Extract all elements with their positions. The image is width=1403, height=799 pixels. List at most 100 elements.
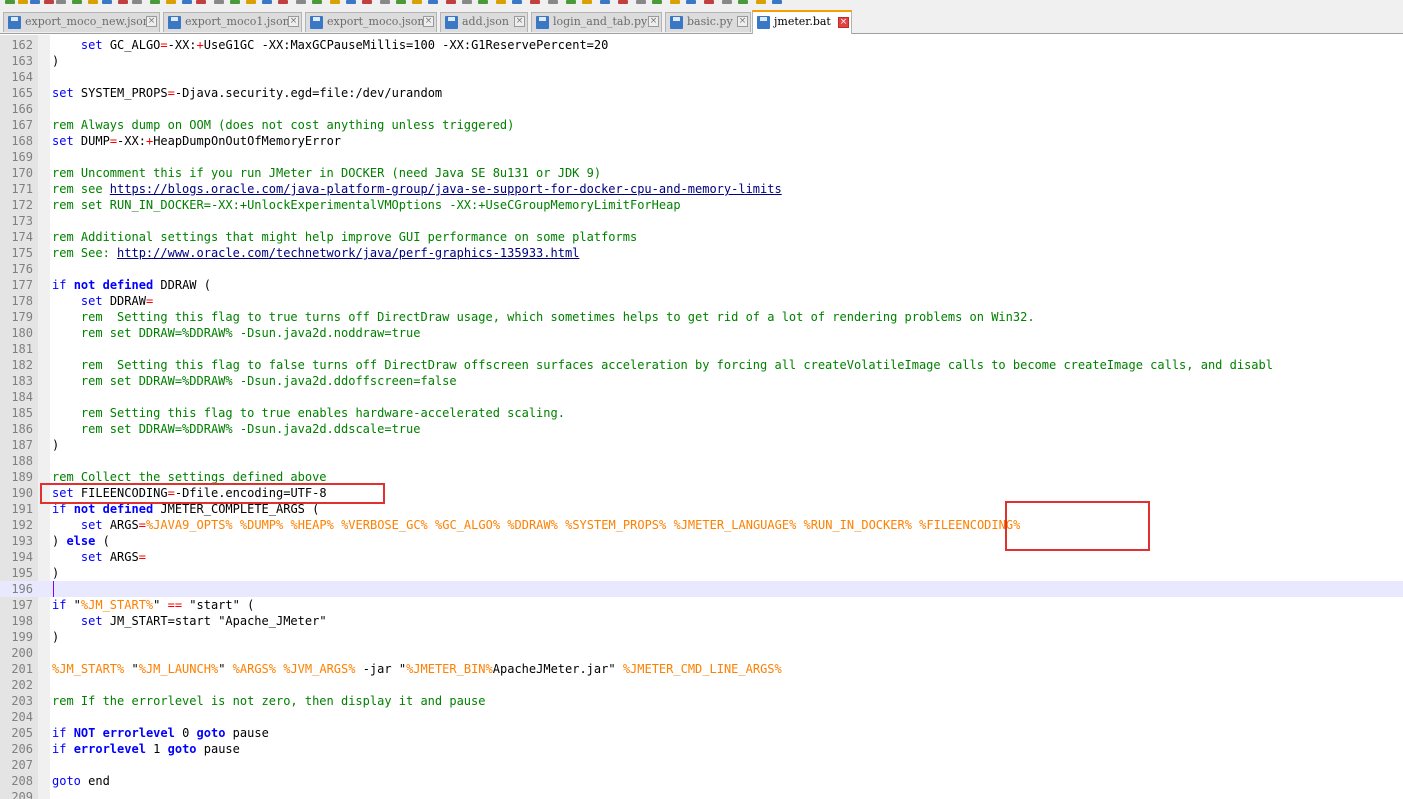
code-line[interactable]: 180 rem set DDRAW=%DDRAW% -Dsun.java2d.n… [0,325,1403,341]
toolbar-icon[interactable] [670,0,680,4]
toolbar-icon[interactable] [30,0,40,4]
toolbar-icon[interactable] [88,0,98,4]
toolbar-icon[interactable] [230,0,240,4]
tab-export-moco1-json[interactable]: export_moco1.json × [163,12,302,32]
toolbar-icon[interactable] [652,0,662,4]
close-icon[interactable]: × [423,16,434,27]
code-line[interactable]: 189 rem Collect the settings defined abov… [0,469,1403,485]
code-line[interactable]: 204 [0,709,1403,725]
code-line[interactable]: 194 set ARGS= [0,549,1403,565]
code-line[interactable]: 162 set GC_ALGO=-XX:+UseG1GC -XX:MaxGCPa… [0,37,1403,53]
tab-jmeter-bat[interactable]: jmeter.bat × [752,10,852,34]
toolbar-icon[interactable] [512,0,522,4]
toolbar-icon[interactable] [346,0,356,4]
toolbar-icon[interactable] [738,0,748,4]
toolbar-icon[interactable] [18,0,28,4]
code-line[interactable]: 201 %JM_START% "%JM_LAUNCH%" %ARGS% %JVM_… [0,661,1403,677]
toolbar-icon[interactable] [182,0,192,4]
code-line[interactable]: 193) else ( [0,533,1403,549]
toolbar-icon[interactable] [132,0,142,4]
toolbar-icon[interactable] [704,0,714,4]
toolbar-icon[interactable] [214,0,224,4]
code-editor[interactable]: 162 set GC_ALGO=-XX:+UseG1GC -XX:MaxGCPa… [0,35,1403,799]
toolbar-icon[interactable] [262,0,272,4]
toolbar-icon[interactable] [296,0,306,4]
code-line[interactable]: 186 rem set DDRAW=%DDRAW% -Dsun.java2d.d… [0,421,1403,437]
code-line[interactable]: 207 [0,757,1403,773]
toolbar-icon[interactable] [478,0,488,4]
toolbar-icon[interactable] [72,0,82,4]
tab-export-moco-json[interactable]: export_moco.json × [305,12,437,32]
toolbar-icon[interactable] [446,0,456,4]
code-line[interactable]: 206 if errorlevel 1 goto pause [0,741,1403,757]
code-line[interactable]: 175 rem See: http://www.oracle.com/techne… [0,245,1403,261]
code-line[interactable]: 191 if not defined JMETER_COMPLETE_ARGS ( [0,501,1403,517]
code-line[interactable]: 196 [0,581,1403,597]
toolbar-icon[interactable] [686,0,696,4]
toolbar-icon[interactable] [246,0,256,4]
code-line[interactable]: 203 rem If the errorlevel is not zero, th… [0,693,1403,709]
toolbar-icon[interactable] [278,0,288,4]
tab-add-json[interactable]: add.json × [440,12,528,32]
code-line[interactable]: 167 rem Always dump on OOM (does not cost… [0,117,1403,133]
close-icon[interactable]: × [288,16,299,27]
code-line[interactable]: 181 [0,341,1403,357]
code-line[interactable]: 170 rem Uncomment this if you run JMeter … [0,165,1403,181]
toolbar-icon[interactable] [756,0,766,4]
code-line[interactable]: 172 rem set RUN_IN_DOCKER=-XX:+UnlockExpe… [0,197,1403,213]
close-icon[interactable]: × [838,17,849,28]
toolbar-icon[interactable] [196,0,206,4]
code-line[interactable]: 177 if not defined DDRAW ( [0,277,1403,293]
code-line[interactable]: 209 [0,789,1403,799]
code-line[interactable]: 169 [0,149,1403,165]
code-line[interactable]: 195) [0,565,1403,581]
close-icon[interactable]: × [737,16,748,27]
code-line[interactable]: 205 if NOT errorlevel 0 goto pause [0,725,1403,741]
code-line[interactable]: 166 [0,101,1403,117]
code-line[interactable]: 174 rem Additional settings that might he… [0,229,1403,245]
code-line[interactable]: 208 goto end [0,773,1403,789]
code-line[interactable]: 179 rem Setting this flag to true turns … [0,309,1403,325]
toolbar-icon[interactable] [772,0,782,4]
toolbar-icon[interactable] [380,0,390,4]
code-line[interactable]: 178 set DDRAW= [0,293,1403,309]
code-line[interactable]: 176 [0,261,1403,277]
toolbar-icon[interactable] [548,0,558,4]
code-line[interactable]: 187) [0,437,1403,453]
toolbar-icon[interactable] [530,0,540,4]
toolbar-icon[interactable] [56,0,66,4]
toolbar-icon[interactable] [5,0,15,4]
toolbar-icon[interactable] [166,0,176,4]
code-line[interactable]: 173 [0,213,1403,229]
toolbar-icon[interactable] [362,0,372,4]
toolbar-icon[interactable] [462,0,472,4]
code-line[interactable]: 185 rem Setting this flag to true enable… [0,405,1403,421]
code-line[interactable]: 198 set JM_START=start "Apache_JMeter" [0,613,1403,629]
code-line[interactable]: 199) [0,629,1403,645]
code-line[interactable]: 163) [0,53,1403,69]
toolbar-icon[interactable] [312,0,322,4]
close-icon[interactable]: × [648,16,659,27]
code-line[interactable]: 192 set ARGS=%JAVA9_OPTS% %DUMP% %HEAP% … [0,517,1403,533]
code-line[interactable]: 184 [0,389,1403,405]
tab-login-and-tab-py[interactable]: login_and_tab.py × [531,12,662,32]
close-icon[interactable]: × [146,16,157,27]
toolbar-icon[interactable] [618,0,628,4]
code-line[interactable]: 190 set FILEENCODING=-Dfile.encoding=UTF-… [0,485,1403,501]
toolbar-icon[interactable] [150,0,160,4]
toolbar-icon[interactable] [44,0,54,4]
code-line[interactable]: 165 set SYSTEM_PROPS=-Djava.security.egd=… [0,85,1403,101]
code-line[interactable]: 200 [0,645,1403,661]
code-line[interactable]: 171 rem see https://blogs.oracle.com/java… [0,181,1403,197]
code-line[interactable]: 188 [0,453,1403,469]
close-icon[interactable]: × [514,16,525,27]
toolbar-icon[interactable] [118,0,128,4]
toolbar-icon[interactable] [600,0,610,4]
toolbar-icon[interactable] [636,0,646,4]
toolbar-icon[interactable] [566,0,576,4]
code-line[interactable]: 182 rem Setting this flag to false turns… [0,357,1403,373]
code-line[interactable]: 197 if "%JM_START%" == "start" ( [0,597,1403,613]
toolbar-icon[interactable] [722,0,732,4]
code-line[interactable]: 168 set DUMP=-XX:+HeapDumpOnOutOfMemoryEr… [0,133,1403,149]
toolbar-icon[interactable] [330,0,340,4]
